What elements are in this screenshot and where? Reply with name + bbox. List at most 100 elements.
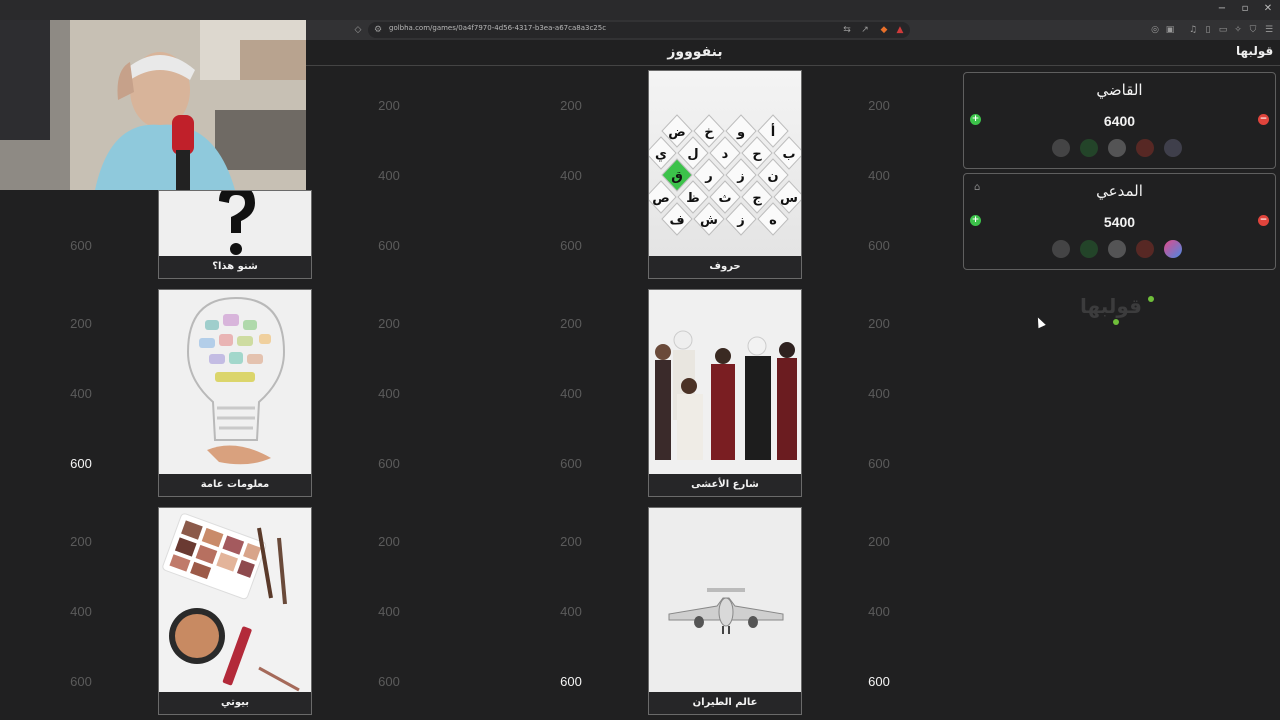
extensions-icon[interactable]: ◎ [1150, 24, 1160, 36]
points-400[interactable]: 400 [359, 168, 419, 183]
points-600[interactable]: 600 [541, 456, 601, 471]
category-card[interactable]: عالم الطيران [648, 507, 802, 715]
category-card[interactable]: شارع الأعشى [648, 289, 802, 497]
rewards-icon[interactable]: ▲ [895, 24, 905, 36]
subtract-points-button[interactable]: − [1258, 114, 1269, 125]
svg-text:ه: ه [769, 213, 777, 228]
category-label: بيوتي [159, 692, 311, 714]
svg-text:ن: ن [767, 169, 778, 184]
points-400[interactable]: 400 [849, 604, 909, 619]
points-400[interactable]: 400 [359, 386, 419, 401]
webcam-overlay [0, 0, 306, 190]
points-400[interactable]: 400 [849, 386, 909, 401]
points-400[interactable]: 400 [541, 168, 601, 183]
watermark-dot-icon [1113, 319, 1119, 325]
category-label: معلومات عامة [159, 474, 311, 496]
points-200[interactable]: 200 [541, 534, 601, 549]
points-200[interactable]: 200 [541, 316, 601, 331]
points-600[interactable]: 600 [51, 238, 111, 253]
subtract-points-button[interactable]: − [1258, 215, 1269, 226]
site-info-icon[interactable]: ⚙ [373, 24, 383, 36]
points-600[interactable]: 600 [51, 674, 111, 689]
category-card[interactable]: معلومات عامة [158, 289, 312, 497]
game-header [306, 40, 1280, 66]
two-answers-icon[interactable] [1108, 139, 1126, 157]
points-400[interactable]: 400 [541, 604, 601, 619]
close-icon[interactable]: ✕ [1262, 3, 1274, 14]
svg-text:ب: ب [782, 147, 795, 162]
sidebar-icon[interactable]: ▯ [1203, 24, 1213, 36]
points-200[interactable]: 200 [51, 534, 111, 549]
ai-icon[interactable]: ✧ [1233, 24, 1243, 36]
translate-icon[interactable]: ⇆ [842, 24, 852, 36]
dice-icon[interactable] [1164, 139, 1182, 157]
dice-icon[interactable] [1164, 240, 1182, 258]
points-600[interactable]: 600 [359, 674, 419, 689]
wallet-icon[interactable]: ▭ [1218, 24, 1228, 36]
points-600[interactable]: 600 [359, 456, 419, 471]
media-icon[interactable]: ♫ [1188, 24, 1198, 36]
rest-icon[interactable] [1080, 240, 1098, 258]
points-200[interactable]: 200 [359, 534, 419, 549]
brand-watermark: قولبها [1080, 294, 1143, 318]
rest-icon[interactable] [1080, 139, 1098, 157]
vpn-icon[interactable]: ⛉ [1248, 24, 1258, 36]
brand-logo[interactable]: قولبها [1236, 44, 1273, 58]
helper-tools [1052, 139, 1182, 159]
points-600[interactable]: 600 [541, 674, 601, 689]
svg-text:د: د [722, 147, 729, 162]
brave-shield-icon[interactable]: ◆ [879, 24, 889, 36]
points-400[interactable]: 400 [51, 604, 111, 619]
points-200[interactable]: 200 [849, 98, 909, 113]
airplane-icon [649, 508, 801, 692]
points-200[interactable]: 200 [359, 98, 419, 113]
call-friend-icon[interactable] [1052, 139, 1070, 157]
svg-text:ز: ز [736, 213, 744, 228]
svg-text:خ: خ [704, 125, 714, 140]
points-400[interactable]: 400 [51, 386, 111, 401]
maximize-icon[interactable]: ▫ [1239, 3, 1251, 14]
points-200[interactable]: 200 [849, 534, 909, 549]
svg-text:ظ: ظ [686, 191, 700, 206]
menu-icon[interactable]: ☰ [1264, 24, 1274, 36]
svg-text:ص: ص [652, 191, 670, 206]
svg-text:ح: ح [752, 147, 762, 162]
hole-icon[interactable] [1136, 240, 1154, 258]
points-200[interactable]: 200 [359, 316, 419, 331]
category-card[interactable]: ض خ و أ ي ل د ح ب ق ر ز ن ص ظ ث ج س ف ش ز ه حروف [648, 70, 802, 279]
points-600[interactable]: 600 [541, 238, 601, 253]
letters-grid-icon: ض خ و أ ي ل د ح ب ق ر ز ن ص ظ ث ج س ف ش ز ه [649, 71, 801, 256]
points-600[interactable]: 600 [849, 238, 909, 253]
people-photo-icon [649, 290, 801, 474]
bookmark-icon[interactable]: ◇ [353, 24, 363, 36]
question-mark-icon [159, 191, 311, 256]
share-icon[interactable]: ↗ [860, 24, 870, 36]
category-card[interactable]: بيوتي [158, 507, 312, 715]
call-friend-icon[interactable] [1052, 240, 1070, 258]
category-label: حروف [649, 256, 801, 278]
points-200[interactable]: 200 [51, 316, 111, 331]
points-600[interactable]: 600 [359, 238, 419, 253]
svg-text:و: و [736, 125, 745, 140]
app-root: − ▫ ✕ ◇ ⚙ golbha.com/games/0a4f7970-4d56… [0, 0, 1280, 720]
points-600[interactable]: 600 [51, 456, 111, 471]
points-400[interactable]: 400 [541, 386, 601, 401]
category-card[interactable]: شنو هذا؟ [158, 190, 312, 279]
points-200[interactable]: 200 [541, 98, 601, 113]
points-400[interactable]: 400 [359, 604, 419, 619]
hole-icon[interactable] [1136, 139, 1154, 157]
svg-text:ر: ر [704, 169, 712, 184]
points-600[interactable]: 600 [849, 456, 909, 471]
two-answers-icon[interactable] [1108, 240, 1126, 258]
mouse-cursor-icon [1034, 315, 1046, 329]
points-600[interactable]: 600 [849, 674, 909, 689]
svg-text:أ: أ [771, 123, 775, 140]
minimize-icon[interactable]: − [1216, 3, 1228, 14]
category-label: عالم الطيران [649, 692, 801, 714]
makeup-icon [159, 508, 311, 692]
team-score: 5400 [1103, 214, 1136, 230]
points-200[interactable]: 200 [849, 316, 909, 331]
points-400[interactable]: 400 [849, 168, 909, 183]
svg-text:س: س [780, 191, 798, 206]
screenshot-icon[interactable]: ▣ [1165, 24, 1175, 36]
